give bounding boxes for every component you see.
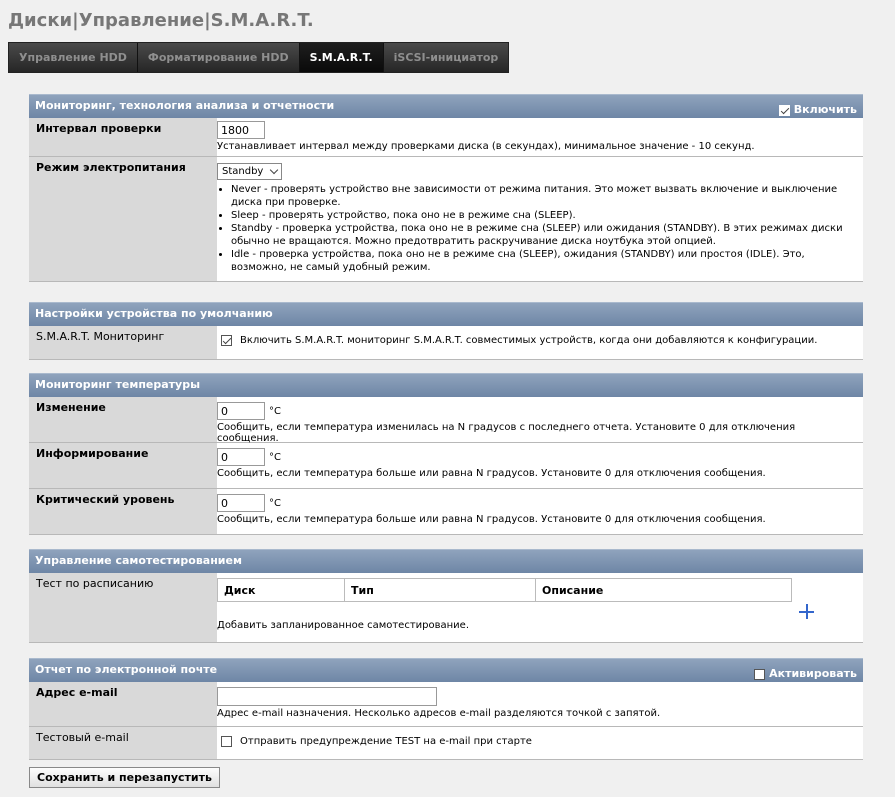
email-address-desc: Адрес e-mail назначения. Несколько адрес…: [217, 708, 661, 719]
smart-monitoring-cell: Включить S.M.A.R.T. мониторинг S.M.A.R.T…: [217, 326, 863, 359]
selftest-header: Управление самотестированием: [29, 549, 863, 573]
page-title: Диски|Управление|S.M.A.R.T.: [8, 10, 314, 31]
col-description[interactable]: Описание: [535, 578, 792, 602]
selftest-section: Управление самотестированием Тест по рас…: [29, 549, 863, 643]
power-mode-never: Never - проверять устройство вне зависим…: [231, 183, 857, 209]
col-type[interactable]: Тип: [344, 578, 536, 602]
temp-change-unit: °C: [269, 406, 281, 417]
monitoring-enable-label: Включить: [793, 103, 857, 116]
temp-change-row: Изменение °C Сообщить, если температура …: [29, 397, 863, 444]
email-header: Отчет по электронной почте Активировать: [29, 658, 863, 682]
temp-critical-cell: °C Сообщить, если температура больше или…: [217, 489, 863, 534]
power-mode-idle: Idle - проверка устройства, пока оно не …: [231, 248, 857, 274]
tab-iscsi[interactable]: iSCSI-инициатор: [383, 43, 509, 72]
email-activate-toggle[interactable]: Активировать: [754, 663, 857, 685]
power-value-cell: Standby Never - проверять устройство вне…: [217, 157, 863, 281]
power-label: Режим электропитания: [29, 157, 217, 281]
email-section: Отчет по электронной почте Активировать …: [29, 658, 863, 760]
power-row: Режим электропитания Standby Never - про…: [29, 157, 863, 282]
temp-change-label: Изменение: [29, 397, 217, 442]
temp-critical-label: Критический уровень: [29, 489, 217, 534]
smart-monitoring-text: Включить S.M.A.R.T. мониторинг S.M.A.R.T…: [240, 335, 818, 346]
temp-critical-desc: Сообщить, если температура больше или ра…: [217, 514, 766, 525]
email-address-cell: Адрес e-mail назначения. Несколько адрес…: [217, 682, 863, 726]
power-mode-standby: Standby - проверка устройства, пока оно …: [231, 222, 857, 248]
temp-info-label: Информирование: [29, 443, 217, 488]
test-email-text: Отправить предупреждение TEST на e-mail …: [240, 736, 532, 747]
interval-desc: Устанавливает интервал между проверками …: [217, 141, 755, 152]
interval-value-cell: Устанавливает интервал между проверками …: [217, 118, 863, 156]
email-activate-label: Активировать: [769, 667, 857, 680]
selftest-table: Диск Тип Описание: [217, 578, 792, 602]
smart-monitoring-option[interactable]: Включить S.M.A.R.T. мониторинг S.M.A.R.T…: [221, 335, 857, 346]
tab-hdd-management[interactable]: Управление HDD: [9, 43, 138, 72]
add-selftest-plus-icon[interactable]: [799, 604, 814, 619]
temp-critical-unit: °C: [269, 498, 281, 509]
selftest-table-header: Диск Тип Описание: [217, 578, 792, 602]
temp-change-desc: Сообщить, если температура изменилась на…: [217, 422, 796, 444]
temperature-section: Мониторинг температуры Изменение °C Сооб…: [29, 373, 863, 535]
email-activate-checkbox[interactable]: [754, 668, 766, 680]
test-email-option[interactable]: Отправить предупреждение TEST на e-mail …: [221, 736, 857, 747]
interval-row: Интервал проверки Устанавливает интервал…: [29, 118, 863, 157]
temperature-header: Мониторинг температуры: [29, 373, 863, 397]
test-email-checkbox[interactable]: [221, 736, 232, 747]
temp-info-cell: °C Сообщить, если температура больше или…: [217, 443, 863, 488]
email-address-input[interactable]: [217, 687, 437, 706]
temp-critical-row: Критический уровень °C Сообщить, если те…: [29, 489, 863, 535]
monitoring-enable-toggle[interactable]: Включить: [778, 99, 857, 121]
col-disk[interactable]: Диск: [217, 578, 345, 602]
temp-info-desc: Сообщить, если температура больше или ра…: [217, 468, 766, 479]
test-email-cell: Отправить предупреждение TEST на e-mail …: [217, 727, 863, 759]
selftest-add-text: Добавить запланированное самотестировани…: [217, 620, 470, 631]
temp-info-input[interactable]: [217, 448, 265, 466]
save-restart-button[interactable]: Сохранить и перезапустить: [29, 767, 220, 788]
power-mode-selected: Standby: [222, 166, 264, 177]
smart-monitoring-row: S.M.A.R.T. Мониторинг Включить S.M.A.R.T…: [29, 326, 863, 360]
power-mode-sleep: Sleep - проверять устройство, пока оно н…: [231, 209, 857, 222]
interval-label: Интервал проверки: [29, 118, 217, 156]
selftest-label: Тест по расписанию: [29, 573, 217, 642]
defaults-section: Настройки устройства по умолчанию S.M.A.…: [29, 302, 863, 360]
smart-monitoring-checkbox[interactable]: [221, 335, 232, 346]
monitoring-header-title: Мониторинг, технология анализа и отчетно…: [35, 99, 335, 112]
temp-change-cell: °C Сообщить, если температура изменилась…: [217, 397, 863, 444]
temp-change-input[interactable]: [217, 402, 265, 420]
power-mode-list: Never - проверять устройство вне зависим…: [217, 183, 857, 274]
smart-monitoring-label: S.M.A.R.T. Мониторинг: [29, 326, 217, 359]
tab-hdd-format[interactable]: Форматирование HDD: [137, 43, 300, 72]
temp-info-row: Информирование °C Сообщить, если темпера…: [29, 443, 863, 489]
tab-smart[interactable]: S.M.A.R.T.: [299, 43, 384, 72]
temp-info-unit: °C: [269, 452, 281, 463]
interval-input[interactable]: [217, 121, 265, 139]
email-address-row: Адрес e-mail Адрес e-mail назначения. Не…: [29, 682, 863, 727]
email-address-label: Адрес e-mail: [29, 682, 217, 726]
defaults-header: Настройки устройства по умолчанию: [29, 302, 863, 326]
chevron-down-icon: [269, 165, 279, 175]
email-header-title: Отчет по электронной почте: [35, 663, 218, 676]
monitoring-section: Мониторинг, технология анализа и отчетно…: [29, 94, 863, 282]
temp-critical-input[interactable]: [217, 494, 265, 512]
monitoring-header: Мониторинг, технология анализа и отчетно…: [29, 94, 863, 118]
tab-bar: Управление HDD Форматирование HDD S.M.A.…: [8, 42, 510, 73]
monitoring-enable-checkbox[interactable]: [778, 104, 790, 116]
selftest-row: Тест по расписанию Диск Тип Описание Доб…: [29, 573, 863, 643]
power-mode-select[interactable]: Standby: [217, 163, 282, 180]
test-email-label: Тестовый e-mail: [29, 727, 217, 759]
selftest-cell: Диск Тип Описание Добавить запланированн…: [217, 573, 863, 642]
test-email-row: Тестовый e-mail Отправить предупреждение…: [29, 727, 863, 760]
